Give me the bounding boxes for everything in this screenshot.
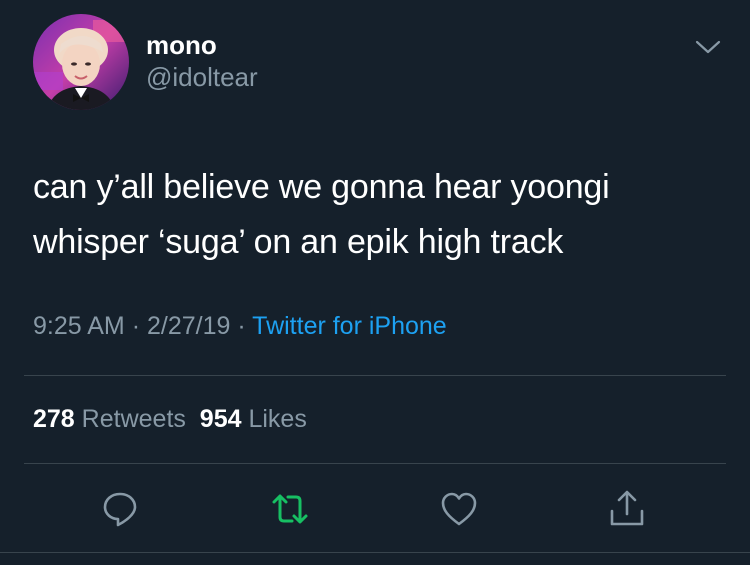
avatar-image (33, 14, 129, 110)
divider (24, 375, 726, 376)
tweet-stats: 278 Retweets 954 Likes (33, 405, 307, 434)
tweet-detail: mono @idoltear can y’all believe we gonn… (0, 0, 750, 565)
divider (24, 463, 726, 464)
retweet-icon[interactable] (270, 489, 310, 529)
tweet-text-line: whisper ‘suga’ on an epik high track (33, 223, 564, 261)
display-name[interactable]: mono (146, 30, 217, 61)
tweet-date[interactable]: 2/27/19 (147, 312, 230, 340)
tweet-source-link[interactable]: Twitter for iPhone (252, 312, 447, 340)
divider (0, 552, 750, 553)
tweet-meta: 9:25 AM · 2/27/19 · Twitter for iPhone (33, 312, 447, 341)
likes-label: Likes (248, 405, 307, 433)
meta-separator: · (131, 312, 141, 340)
share-icon[interactable] (607, 489, 647, 529)
meta-separator: · (237, 312, 246, 340)
likes-stat[interactable]: 954 Likes (200, 405, 307, 433)
user-handle[interactable]: @idoltear (146, 62, 258, 93)
tweet-text: can y’all believe we gonna hear yoongi w… (33, 160, 723, 270)
avatar[interactable] (33, 14, 129, 110)
retweets-count: 278 (33, 405, 75, 433)
retweets-label: Retweets (81, 405, 186, 433)
tweet-text-line: can y’all believe we gonna hear yoongi (33, 168, 610, 206)
likes-count: 954 (199, 405, 242, 433)
heart-icon[interactable] (439, 489, 479, 529)
retweets-stat[interactable]: 278 Retweets (33, 405, 186, 433)
chevron-down-icon[interactable] (694, 36, 722, 58)
reply-icon[interactable] (100, 489, 140, 529)
tweet-time[interactable]: 9:25 AM (33, 312, 125, 340)
